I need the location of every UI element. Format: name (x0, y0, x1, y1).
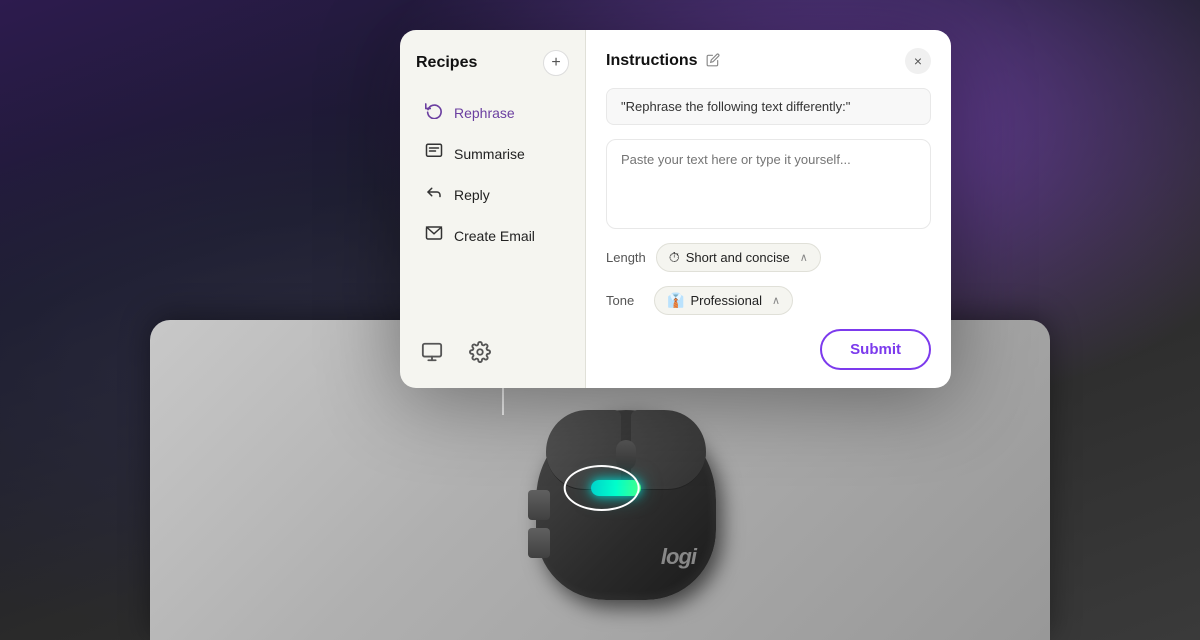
reply-label: Reply (454, 187, 490, 203)
tone-icon: 👔 (667, 292, 684, 309)
tone-option-row: Tone 👔 Professional ∧ (606, 286, 931, 315)
tone-pill[interactable]: 👔 Professional ∧ (654, 286, 793, 315)
recipe-item-summarise[interactable]: Summarise (416, 133, 569, 174)
instructions-header: Instructions × (606, 48, 931, 74)
recipe-item-rephrase[interactable]: Rephrase (416, 92, 569, 133)
logi-brand: logi (661, 544, 696, 570)
tone-value: Professional (690, 293, 762, 308)
reply-icon (424, 183, 444, 206)
edit-icon[interactable] (706, 53, 720, 70)
summarise-icon (424, 142, 444, 165)
submit-button[interactable]: Submit (820, 329, 931, 370)
instructions-panel: Instructions × "Rephrase the following t… (586, 30, 951, 388)
prompt-badge: "Rephrase the following text differently… (606, 88, 931, 125)
length-label: Length (606, 250, 646, 265)
close-button[interactable]: × (905, 48, 931, 74)
mouse-side-button-1 (528, 490, 550, 520)
recipes-footer (416, 316, 569, 368)
create-email-icon (424, 224, 444, 247)
settings-icon-button[interactable] (464, 336, 496, 368)
tone-label: Tone (606, 293, 644, 308)
recipes-panel: Recipes + Rephrase Summarise (400, 30, 585, 388)
length-value: Short and concise (686, 250, 790, 265)
text-input-area[interactable] (606, 139, 931, 229)
mouse-circle-indicator (564, 465, 640, 511)
recipe-item-create-email[interactable]: Create Email (416, 215, 569, 256)
length-chevron: ∧ (800, 251, 808, 264)
instructions-title-text: Instructions (606, 52, 698, 70)
create-email-label: Create Email (454, 228, 535, 244)
recipes-header: Recipes + (416, 50, 569, 76)
recipe-item-reply[interactable]: Reply (416, 174, 569, 215)
mouse-scroll-wheel (616, 440, 636, 470)
length-option-row: Length ⏱ Short and concise ∧ (606, 243, 931, 272)
rephrase-icon (424, 101, 444, 124)
recipes-add-button[interactable]: + (543, 50, 569, 76)
mouse-right-button (631, 410, 706, 490)
ui-panel: Recipes + Rephrase Summarise (400, 30, 951, 388)
rephrase-label: Rephrase (454, 105, 515, 121)
recipes-title: Recipes (416, 54, 477, 72)
tone-chevron: ∧ (772, 294, 780, 307)
length-icon: ⏱ (669, 249, 680, 266)
submit-row: Submit (606, 329, 931, 370)
mouse-body: logi (536, 410, 716, 600)
mouse: logi (496, 400, 756, 600)
instructions-title: Instructions (606, 52, 720, 70)
monitor-icon-button[interactable] (416, 336, 448, 368)
summarise-label: Summarise (454, 146, 525, 162)
mouse-side-button-2 (528, 528, 550, 558)
length-pill[interactable]: ⏱ Short and concise ∧ (656, 243, 821, 272)
